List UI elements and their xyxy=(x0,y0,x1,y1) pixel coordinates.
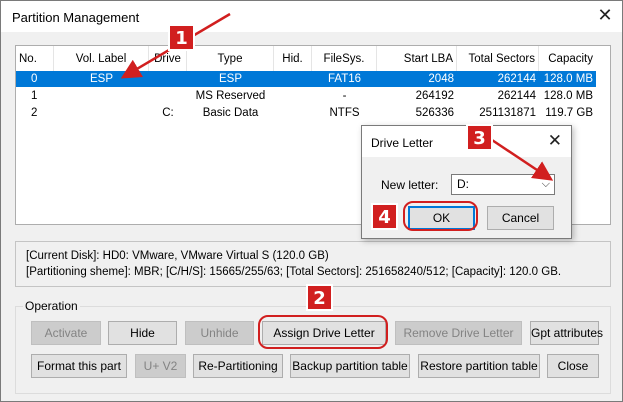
step-3-badge: 3 xyxy=(466,124,493,151)
step-1-badge: 1 xyxy=(168,24,195,51)
arrow-to-drive-select xyxy=(491,138,554,181)
annotation-arrows xyxy=(120,12,554,181)
step-4-badge: 4 xyxy=(371,203,398,230)
step-2-badge: 2 xyxy=(306,284,333,311)
